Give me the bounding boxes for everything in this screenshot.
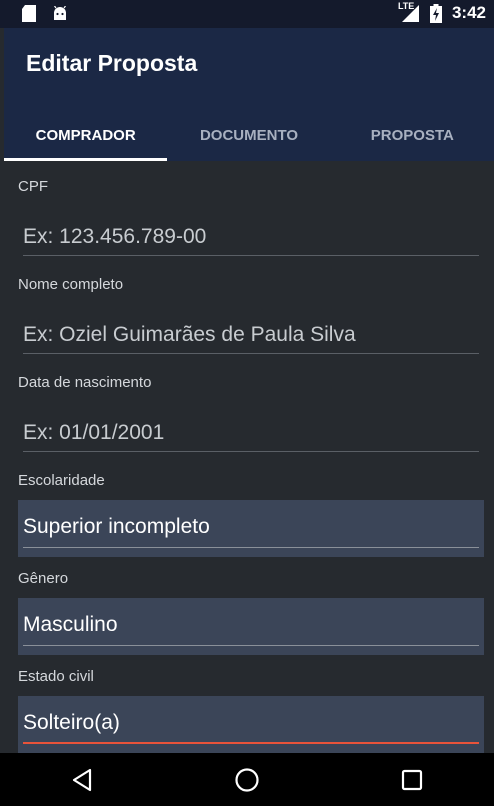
estado-civil-label: Estado civil <box>18 668 94 685</box>
genero-spinner[interactable]: Masculino <box>18 598 484 655</box>
back-button[interactable] <box>52 753 112 806</box>
nome-input[interactable]: Ex: Oziel Guimarães de Paula Silva <box>23 323 479 354</box>
genero-underline <box>23 645 479 646</box>
buyer-form: CPF Ex: 123.456.789-00 Nome completo Ex:… <box>4 161 494 753</box>
status-left-icons <box>22 5 68 22</box>
recents-button[interactable] <box>382 753 442 806</box>
nascimento-input[interactable]: Ex: 01/01/2001 <box>23 421 479 452</box>
genero-value: Masculino <box>23 613 118 636</box>
clock: 3:42 <box>451 3 486 22</box>
android-icon <box>54 5 66 20</box>
tab-proposta[interactable]: PROPOSTA <box>331 110 494 161</box>
estado-civil-value: Solteiro(a) <box>23 711 120 734</box>
genero-label: Gênero <box>18 570 69 587</box>
escolaridade-value: Superior incompleto <box>23 515 210 538</box>
recents-icon <box>401 769 422 790</box>
tab-documento[interactable]: DOCUMENTO <box>167 110 330 161</box>
sd-card-icon <box>22 5 36 22</box>
nome-label: Nome completo <box>18 276 124 293</box>
home-icon <box>235 767 259 792</box>
battery-charging-icon <box>429 3 442 23</box>
tab-comprador[interactable]: COMPRADOR <box>4 110 168 161</box>
back-icon <box>73 768 92 791</box>
nascimento-label: Data de nascimento <box>18 374 152 391</box>
escolaridade-underline <box>23 547 479 548</box>
signal-icon: LTE <box>398 1 420 23</box>
home-button[interactable] <box>217 753 277 806</box>
estado-civil-underline <box>23 742 479 744</box>
tab-bar: COMPRADOR DOCUMENTO PROPOSTA <box>4 110 494 161</box>
navigation-bar <box>0 753 494 806</box>
estado-civil-spinner[interactable]: Solteiro(a) <box>18 696 484 753</box>
escolaridade-spinner[interactable]: Superior incompleto <box>18 500 484 557</box>
status-right: LTE 3:42 <box>398 1 486 23</box>
page-title: Editar Proposta <box>26 50 198 76</box>
escolaridade-label: Escolaridade <box>18 472 105 489</box>
app-bar: Editar Proposta COMPRADOR DOCUMENTO PROP… <box>4 28 494 161</box>
cpf-input[interactable]: Ex: 123.456.789-00 <box>23 225 479 256</box>
cpf-label: CPF <box>18 178 48 195</box>
status-bar: LTE 3:42 <box>0 0 494 28</box>
